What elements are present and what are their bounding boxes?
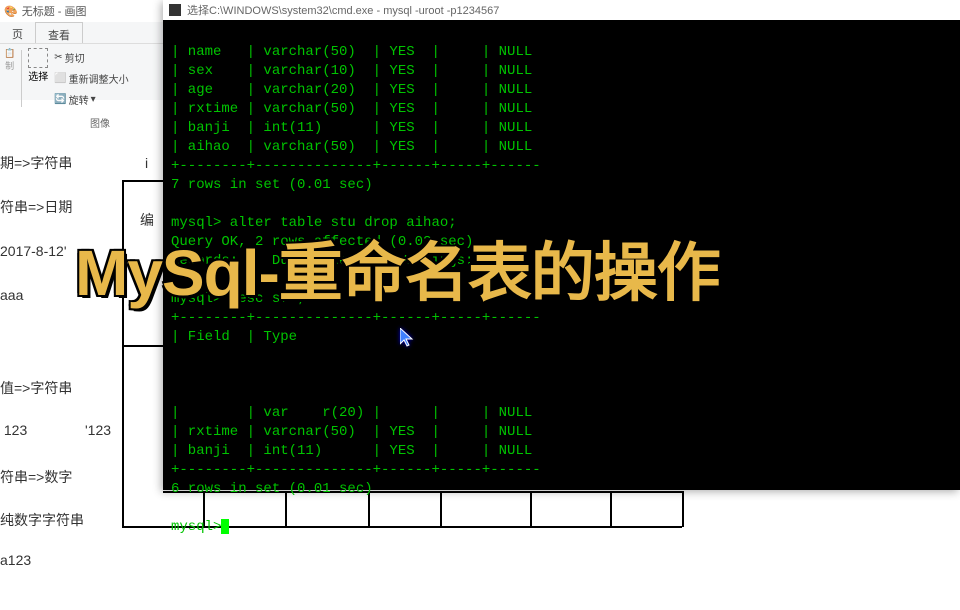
table-row: | | var r(20) | | | NULL [171,405,532,421]
table-row: | age | varchar(20) | YES | | NULL [171,82,532,98]
cursor [221,519,229,534]
bg-text-9: a123 [0,552,31,568]
paint-title-text: 无标题 - 画图 [22,3,87,19]
bg-text-3: 2017-8-12' [0,243,67,259]
table-row: | aihao | varchar(50) | YES | | NULL [171,139,532,155]
overlay-title: MySql-重命名表的操作 [75,222,720,314]
bg-text-4: aaa [0,287,23,303]
bg-text-6: 123 [0,422,27,438]
table-header: | Field | Type [171,329,297,345]
select-icon[interactable] [28,48,48,68]
resize-button[interactable]: ⬜ 重新调整大小 [50,69,132,88]
bg-text-1b: i [145,155,148,171]
terminal-title: 选择C:\WINDOWS\system32\cmd.exe - mysql -u… [187,2,499,18]
table-border: +--------+--------------+------+-----+--… [171,158,541,174]
bg-text-5: 值=>字符串 [0,378,72,398]
tab-page[interactable]: 页 [0,22,35,43]
bg-text-7: 符串=>数字 [0,467,72,487]
cmd-icon [169,4,181,16]
rotate-button[interactable]: 🔄 旋转▾ [50,90,132,109]
result-rows: 6 rows in set (0.01 sec) [171,481,373,497]
bg-text-2: 符串=>日期 [0,197,72,217]
cut-button[interactable]: ✂ 剪切 [50,48,132,67]
table-row: | name | varchar(50) | YES | | NULL [171,44,532,60]
table-row: | rxtime | varchar(50) | YES | | NULL [171,101,532,117]
select-label: 选择 [28,68,48,83]
bg-text-1: 期=>字符串 [0,153,72,173]
result-rows: 7 rows in set (0.01 sec) [171,177,373,193]
mouse-cursor-icon [400,328,416,348]
paint-icon: 🎨 [4,5,18,18]
terminal-titlebar[interactable]: 选择C:\WINDOWS\system32\cmd.exe - mysql -u… [163,0,960,20]
table-row: | sex | varchar(10) | YES | | NULL [171,63,532,79]
tab-view[interactable]: 查看 [35,22,83,43]
table-row: | banji | int(11) | YES | | NULL [171,120,532,136]
mysql-prompt: mysql> [171,519,221,535]
bg-text-6b: '123 [85,422,111,438]
bg-text-8: 纯数字字符串 [0,510,84,530]
table-border: +--------+--------------+------+-----+--… [171,462,541,478]
table-row: | rxtime | varcnar(50) | YES | | NULL [171,424,532,440]
table-row: | banji | int(11) | YES | | NULL [171,443,532,459]
